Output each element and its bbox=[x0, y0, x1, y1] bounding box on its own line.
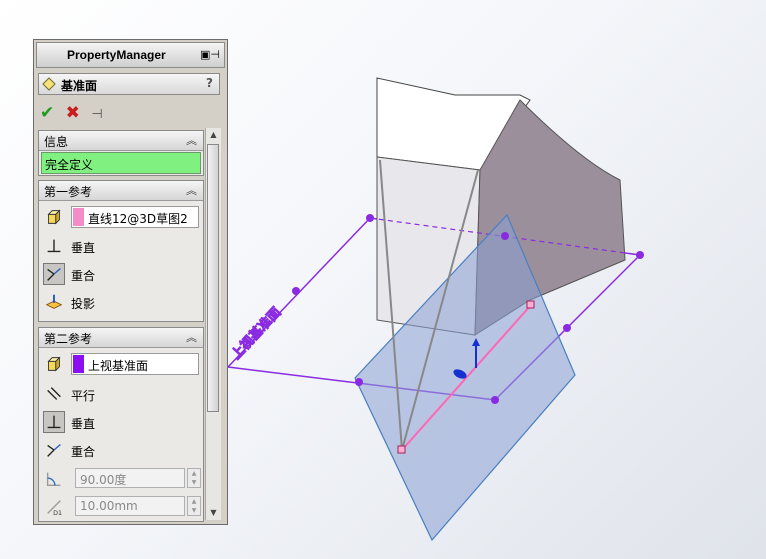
info-group-header[interactable]: 信息 ︽ bbox=[39, 131, 203, 151]
info-group: 信息 ︽ 完全定义 bbox=[38, 130, 204, 176]
panel-pin-icon[interactable]: ▣⊣ bbox=[192, 47, 220, 63]
option-perpendicular-2[interactable]: 垂直 bbox=[43, 411, 201, 435]
second-reference-selection-row: 上视基准面 bbox=[43, 353, 201, 377]
option-label: 重合 bbox=[71, 269, 96, 283]
plane-handle[interactable] bbox=[355, 378, 363, 386]
first-reference-swatch bbox=[73, 208, 84, 226]
collapse-icon[interactable]: ︽ bbox=[186, 132, 197, 148]
second-reference-group: 第二参考 ︽ 上视基准面 平行 垂直 重合 90.00度 ▲ ▼ D1 10.0… bbox=[38, 327, 204, 522]
reference-cube-icon bbox=[47, 356, 61, 372]
perpendicular-icon bbox=[47, 239, 61, 253]
action-buttons: ✔ ✖ ⊣ bbox=[40, 103, 120, 123]
reference-cube-icon bbox=[47, 209, 61, 225]
first-reference-title: 第一参考 bbox=[44, 185, 93, 199]
option-perpendicular-1[interactable]: 垂直 bbox=[43, 235, 201, 259]
cancel-button[interactable]: ✖ bbox=[66, 103, 80, 123]
option-label: 重合 bbox=[71, 445, 96, 459]
plane-handle[interactable] bbox=[491, 396, 499, 404]
feature-title: 基准面 bbox=[61, 79, 98, 93]
coincident-icon bbox=[47, 444, 61, 457]
help-icon[interactable]: ? bbox=[206, 76, 213, 90]
first-reference-group: 第一参考 ︽ 直线12@3D草图2 垂直 重合 投影 bbox=[38, 180, 204, 322]
option-parallel-2[interactable]: 平行 bbox=[43, 383, 201, 407]
first-reference-field[interactable]: 直线12@3D草图2 bbox=[71, 206, 199, 228]
scroll-thumb[interactable] bbox=[207, 144, 219, 412]
angle-row: 90.00度 ▲ ▼ bbox=[43, 468, 201, 492]
property-manager-tab[interactable]: PropertyManager ▣⊣ bbox=[36, 42, 225, 68]
property-manager-title: PropertyManager bbox=[67, 48, 166, 62]
option-coincident-2[interactable]: 重合 bbox=[43, 439, 201, 463]
pin-icon[interactable]: ⊣ bbox=[91, 107, 102, 122]
collapse-icon[interactable]: ︽ bbox=[186, 182, 197, 198]
option-label: 平行 bbox=[71, 389, 96, 403]
panel-scrollbar[interactable]: ▲ ▼ bbox=[205, 128, 221, 520]
plane-label: 上视基准面 bbox=[228, 304, 284, 362]
option-label: 垂直 bbox=[71, 417, 96, 431]
first-reference-value: 直线12@3D草图2 bbox=[88, 212, 188, 226]
endpoint-handle[interactable] bbox=[526, 300, 535, 309]
first-reference-selection-row: 直线12@3D草图2 bbox=[43, 206, 201, 230]
plane-handle[interactable] bbox=[636, 251, 644, 259]
graphics-viewport[interactable]: 上视基准面 bbox=[228, 0, 766, 559]
second-reference-field[interactable]: 上视基准面 bbox=[71, 353, 199, 375]
plane-handle[interactable] bbox=[292, 287, 300, 295]
collapse-icon[interactable]: ︽ bbox=[186, 329, 197, 345]
projection-icon bbox=[45, 294, 63, 309]
second-reference-header[interactable]: 第二参考 ︽ bbox=[39, 328, 203, 348]
scroll-up-arrow[interactable]: ▲ bbox=[206, 128, 221, 142]
option-coincident-1[interactable]: 重合 bbox=[43, 263, 201, 287]
scroll-down-arrow[interactable]: ▼ bbox=[206, 506, 221, 520]
second-reference-title: 第二参考 bbox=[44, 332, 93, 346]
distance-row: D1 10.00mm ▲ ▼ bbox=[43, 496, 201, 520]
svg-text:D1: D1 bbox=[53, 510, 62, 517]
distance-spinner[interactable]: ▲ ▼ bbox=[187, 496, 201, 516]
first-reference-header[interactable]: 第一参考 ︽ bbox=[39, 181, 203, 201]
status-message: 完全定义 bbox=[41, 152, 201, 174]
plane-handle[interactable] bbox=[563, 324, 571, 332]
angle-input[interactable]: 90.00度 bbox=[75, 468, 185, 488]
distance-icon: D1 bbox=[47, 500, 62, 517]
second-reference-value: 上视基准面 bbox=[88, 359, 149, 373]
feature-header: 基准面 ? bbox=[38, 73, 220, 95]
plane-feature-icon bbox=[42, 77, 56, 91]
endpoint-handle[interactable] bbox=[397, 445, 406, 454]
plane-handle[interactable] bbox=[501, 232, 509, 240]
property-manager-panel: PropertyManager ▣⊣ 基准面 ? ✔ ✖ ⊣ 信息 ︽ 完全定义… bbox=[33, 39, 228, 525]
angle-spinner[interactable]: ▲ ▼ bbox=[187, 468, 201, 488]
plane-handle[interactable] bbox=[366, 214, 374, 222]
option-label: 垂直 bbox=[71, 241, 96, 255]
second-reference-swatch bbox=[73, 355, 84, 373]
option-project-1[interactable]: 投影 bbox=[43, 291, 201, 315]
coincident-icon bbox=[43, 263, 65, 285]
info-group-title: 信息 bbox=[44, 135, 69, 149]
parallel-icon bbox=[47, 387, 61, 400]
angle-icon bbox=[46, 472, 61, 487]
perpendicular-icon bbox=[43, 411, 65, 433]
option-label: 投影 bbox=[71, 297, 96, 311]
ok-button[interactable]: ✔ bbox=[40, 103, 54, 123]
distance-input[interactable]: 10.00mm bbox=[75, 496, 185, 516]
